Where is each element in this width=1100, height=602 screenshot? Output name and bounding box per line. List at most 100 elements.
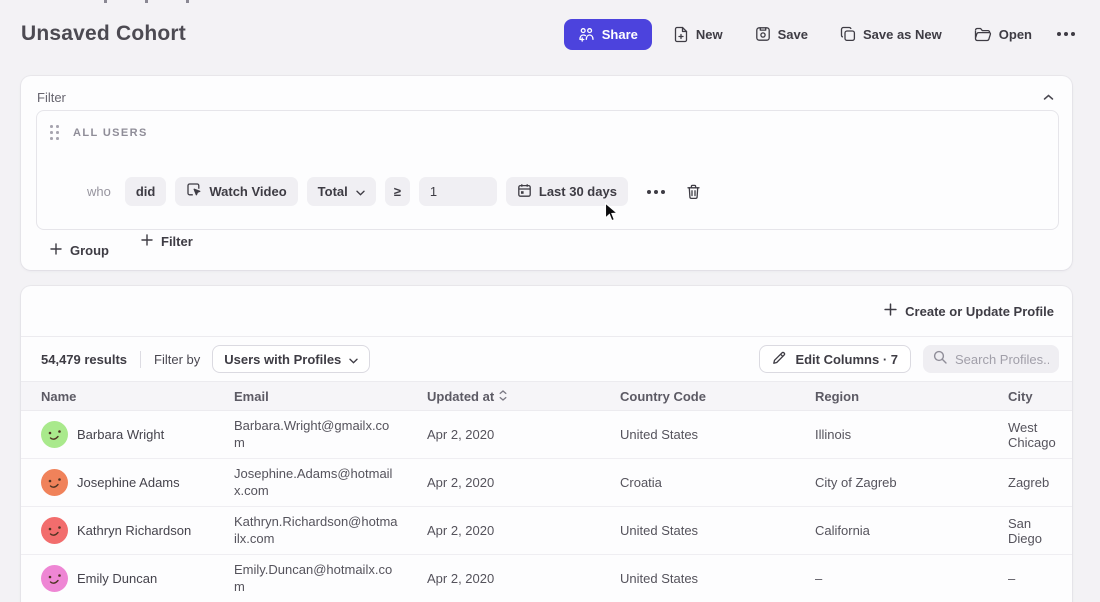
page-header: Unsaved Cohort Share New [21, 12, 1079, 56]
column-header-updated-at[interactable]: Updated at [407, 382, 600, 410]
open-label: Open [999, 27, 1032, 42]
column-header-label: Region [815, 389, 859, 404]
add-filter-button[interactable]: Filter [141, 234, 193, 249]
name-cell[interactable]: Emily Duncan [21, 555, 214, 602]
drag-handle-icon[interactable] [50, 125, 60, 141]
country-code-cell-value: Croatia [620, 475, 662, 490]
profile-filter-dropdown[interactable]: Users with Profiles [212, 345, 370, 373]
updated-at-cell: Apr 2, 2020 [407, 507, 600, 554]
share-label: Share [602, 27, 638, 42]
city-cell-value: San Diego [1008, 516, 1064, 546]
clause-more-options-icon[interactable] [641, 186, 671, 198]
column-header-email[interactable]: Email [214, 382, 407, 410]
updated-at-cell-value: Apr 2, 2020 [427, 427, 494, 442]
country-code-cell: Croatia [600, 459, 795, 506]
more-options-icon[interactable] [1053, 26, 1079, 42]
copy-icon [840, 26, 856, 42]
threshold-input[interactable]: 1 [419, 177, 497, 206]
filter-clause-row: who did Watch Video Total [87, 177, 707, 206]
filter-panel: Filter ALL USERS who did Watch Video [21, 76, 1072, 270]
country-code-cell: United States [600, 555, 795, 602]
column-header-label: Email [234, 389, 269, 404]
name-cell[interactable]: Kathryn Richardson [21, 507, 214, 554]
collapse-chevron-up-icon[interactable] [1041, 86, 1056, 108]
table-header-row: Name Email Updated at Country Code Region Cit… [21, 381, 1072, 411]
share-icon [578, 27, 595, 42]
column-header-label: Country Code [620, 389, 706, 404]
email-cell: Barbara.Wright@gmailx.com [214, 411, 407, 458]
region-cell: – [795, 555, 988, 602]
search-profiles-input[interactable] [955, 352, 1049, 367]
avatar [41, 469, 68, 496]
country-code-cell: United States [600, 507, 795, 554]
country-code-cell-value: United States [620, 523, 698, 538]
column-header-name[interactable]: Name [21, 382, 214, 410]
table-row[interactable]: Emily DuncanEmily.Duncan@hotmailx.comApr… [21, 555, 1072, 602]
profile-name: Emily Duncan [77, 571, 157, 586]
results-count: 54,479 results [41, 352, 127, 367]
folder-icon [974, 27, 992, 42]
cropped-breadcrumb-remnant [104, 0, 344, 3]
event-selector[interactable]: Watch Video [175, 177, 297, 206]
save-icon [755, 26, 771, 42]
avatar [41, 421, 68, 448]
profiles-panel: Create or Update Profile 54,479 results … [21, 286, 1072, 602]
name-cell[interactable]: Josephine Adams [21, 459, 214, 506]
add-group-button[interactable]: Group [50, 243, 109, 258]
save-as-new-button[interactable]: Save as New [829, 19, 953, 49]
column-header-country-code[interactable]: Country Code [600, 382, 795, 410]
save-label: Save [778, 27, 808, 42]
edit-columns-label: Edit Columns · 7 [795, 352, 898, 367]
city-cell: – [988, 555, 1072, 602]
column-header-label: Updated at [427, 389, 494, 404]
search-icon [933, 350, 947, 369]
column-header-region[interactable]: Region [795, 382, 988, 410]
new-button[interactable]: New [662, 19, 734, 50]
chevron-down-icon [349, 352, 358, 367]
did-label: did [136, 184, 156, 199]
add-filter-label: Filter [161, 234, 193, 249]
event-icon [186, 182, 202, 201]
create-or-update-profile-button[interactable]: Create or Update Profile [884, 303, 1054, 319]
city-cell-value: West Chicago [1008, 420, 1064, 450]
city-cell: West Chicago [988, 411, 1072, 458]
region-cell-value: City of Zagreb [815, 475, 897, 490]
pencil-icon [772, 351, 786, 368]
search-profiles-box[interactable] [923, 345, 1059, 373]
profile-filter-value: Users with Profiles [224, 352, 341, 367]
chevron-down-icon [356, 184, 365, 199]
table-row[interactable]: Josephine AdamsJosephine.Adams@hotmailx.… [21, 459, 1072, 507]
plus-icon [884, 303, 897, 319]
filter-by-label: Filter by [154, 352, 200, 367]
share-button[interactable]: Share [564, 19, 652, 50]
table-body: Barbara WrightBarbara.Wright@gmailx.com A… [21, 411, 1072, 602]
edit-columns-button[interactable]: Edit Columns · 7 [759, 345, 911, 373]
country-code-cell-value: United States [620, 427, 698, 442]
date-range-selector[interactable]: Last 30 days [506, 177, 628, 206]
email-cell: Emily.Duncan@hotmailx.com [214, 555, 407, 602]
aggregation-selector[interactable]: Total [307, 177, 376, 206]
name-cell[interactable]: Barbara Wright [21, 411, 214, 458]
operator-selector[interactable]: ≥ [385, 177, 410, 206]
calendar-icon [517, 183, 532, 201]
header-actions: Share New Save [564, 19, 1079, 50]
plus-icon [50, 243, 62, 258]
delete-clause-trash-icon[interactable] [680, 180, 707, 204]
column-header-city[interactable]: City [988, 382, 1072, 410]
table-row[interactable]: Barbara WrightBarbara.Wright@gmailx.com A… [21, 411, 1072, 459]
sort-icon[interactable] [499, 389, 507, 404]
did-selector[interactable]: did [125, 177, 167, 206]
table-row[interactable]: Kathryn RichardsonKathryn.Richardson@hot… [21, 507, 1072, 555]
updated-at-cell: Apr 2, 2020 [407, 411, 600, 458]
new-label: New [696, 27, 723, 42]
open-button[interactable]: Open [963, 20, 1043, 49]
page-title: Unsaved Cohort [21, 22, 186, 46]
city-cell: Zagreb [988, 459, 1072, 506]
column-header-label: City [1008, 389, 1033, 404]
event-label: Watch Video [209, 184, 286, 199]
save-button[interactable]: Save [744, 19, 819, 49]
updated-at-cell-value: Apr 2, 2020 [427, 475, 494, 490]
column-header-label: Name [41, 389, 76, 404]
email-cell: Josephine.Adams@hotmailx.com [214, 459, 407, 506]
city-cell: San Diego [988, 507, 1072, 554]
